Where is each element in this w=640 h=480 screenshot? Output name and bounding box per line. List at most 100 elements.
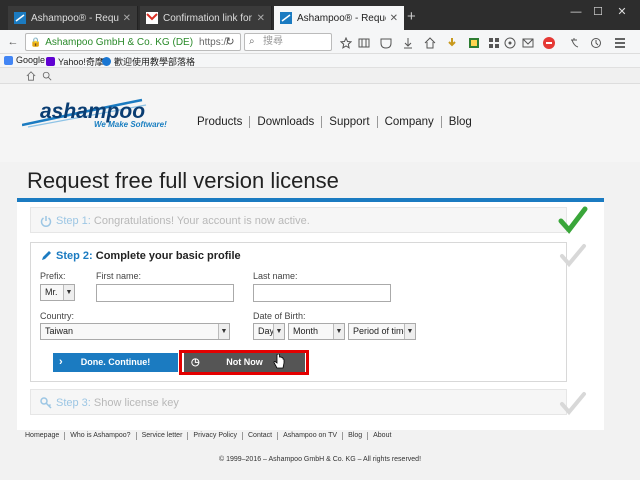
last-name-label: Last name: <box>253 271 298 281</box>
tab-title: Ashampoo® - Request f... <box>297 12 386 24</box>
footer-link-privacy[interactable]: Privacy Policy <box>188 432 243 440</box>
step-2-number: Step 2: <box>56 250 93 262</box>
first-name-label: First name: <box>96 271 142 281</box>
maximize-icon[interactable]: ☐ <box>588 4 608 20</box>
google-icon <box>4 55 13 65</box>
step-1-header: Step 1: Congratulations! Your account is… <box>40 215 310 227</box>
sync-icon[interactable] <box>590 37 602 49</box>
ashampoo-logo[interactable]: ashampoo We Make Software! <box>22 98 172 148</box>
bookmark-star-icon[interactable] <box>340 37 352 49</box>
continue-label: Done. Continue! <box>80 357 151 367</box>
step-2: Step 2: Complete your basic profile Pref… <box>30 242 567 382</box>
bookmark-google[interactable]: Google <box>4 55 45 65</box>
adblock-icon[interactable] <box>543 37 555 49</box>
step-1-check-icon <box>558 206 588 234</box>
mail-icon[interactable] <box>522 37 534 49</box>
blog-icon <box>102 57 111 66</box>
nav-blog[interactable]: Blog <box>442 116 479 128</box>
last-name-field[interactable] <box>253 284 391 302</box>
footer-link-homepage[interactable]: Homepage <box>25 432 66 440</box>
search-icon: ⌕ <box>249 36 255 47</box>
not-now-button[interactable]: ◷ Not Now <box>184 353 305 372</box>
first-name-field[interactable] <box>96 284 234 302</box>
grid-addon-icon[interactable] <box>488 37 500 49</box>
site-footer: Homepage Who is Ashampoo? Service letter… <box>0 430 640 480</box>
step-3: Step 3: Show license key <box>30 389 567 415</box>
chevron-down-icon: ▼ <box>333 324 344 339</box>
home-icon[interactable] <box>424 37 436 49</box>
tab-ashampoo-1[interactable]: Ashampoo® - Request f... ✕ <box>8 6 138 30</box>
step-2-header: Step 2: Complete your basic profile <box>40 250 241 262</box>
tab-title: Ashampoo® - Request f... <box>31 12 119 24</box>
search-icon[interactable] <box>42 71 52 81</box>
done-continue-button[interactable]: › Done. Continue! <box>53 353 178 372</box>
close-window-icon[interactable]: ✕ <box>612 4 632 20</box>
new-tab-icon[interactable]: + <box>407 9 416 24</box>
pocket-icon[interactable] <box>380 37 392 49</box>
menu-icon[interactable] <box>614 37 626 49</box>
step-3-header: Step 3: Show license key <box>40 397 179 409</box>
close-tab-icon[interactable]: ✕ <box>257 13 265 24</box>
bookmarks-toolbar: Google Yahoo!奇摩 歡迎使用教學部落格 <box>0 54 640 68</box>
not-now-label: Not Now <box>226 357 263 367</box>
country-label: Country: <box>40 311 75 321</box>
footer-link-who[interactable]: Who is Ashampoo? <box>65 432 137 440</box>
dob-month-select[interactable]: Month ▼ <box>288 323 345 340</box>
dob-day-value: Day <box>258 326 275 336</box>
search-placeholder: 搜尋 <box>263 36 283 47</box>
step-3-number: Step 3: <box>56 397 91 409</box>
close-tab-icon[interactable]: ✕ <box>123 13 131 24</box>
footer-link-service-letter[interactable]: Service letter <box>137 432 189 440</box>
site-identity: Ashampoo GmbH & Co. KG (DE) <box>45 36 194 48</box>
close-tab-icon[interactable]: ✕ <box>390 13 398 24</box>
tab-title: Confirmation link for yo... <box>163 12 253 24</box>
pencil-icon <box>42 251 51 260</box>
back-icon[interactable]: ← <box>5 34 21 50</box>
page-title: Request free full version license <box>27 168 339 193</box>
minimize-icon[interactable]: — <box>566 4 586 20</box>
step-1: Step 1: Congratulations! Your account is… <box>30 207 567 233</box>
library-icon[interactable] <box>358 37 370 49</box>
browser-titlebar: Ashampoo® - Request f... ✕ Confirmation … <box>0 0 640 30</box>
ashampoo-favicon <box>280 12 292 24</box>
main-nav: Products Downloads Support Company Blog <box>190 116 479 128</box>
footer-link-contact[interactable]: Contact <box>243 432 279 440</box>
bookmark-yahoo[interactable]: Yahoo!奇摩 <box>46 55 104 68</box>
chevron-down-icon: ▼ <box>273 324 284 339</box>
chevron-down-icon: ▼ <box>218 324 229 339</box>
bookmark-label: Yahoo!奇摩 <box>58 57 104 67</box>
more-addon-icon[interactable] <box>504 37 516 49</box>
home-icon[interactable] <box>26 71 36 81</box>
browser-navbar: ← 🔒 Ashampoo GmbH & Co. KG (DE) https://… <box>0 30 640 54</box>
nav-downloads[interactable]: Downloads <box>250 116 323 128</box>
translate-icon[interactable] <box>569 37 581 49</box>
footer-link-blog[interactable]: Blog <box>343 432 369 440</box>
search-input[interactable]: ⌕ 搜尋 <box>244 33 332 51</box>
bookmark-blog[interactable]: 歡迎使用教學部落格 <box>102 55 195 68</box>
nav-support[interactable]: Support <box>322 116 378 128</box>
nav-products[interactable]: Products <box>190 116 251 128</box>
step-3-text: Show license key <box>93 397 179 409</box>
prefix-select[interactable]: Mr. ▼ <box>40 284 75 301</box>
extension-icon[interactable] <box>446 37 458 49</box>
tab-ashampoo-active[interactable]: Ashampoo® - Request f... ✕ <box>274 6 404 30</box>
footer-link-about[interactable]: About <box>368 432 396 440</box>
power-icon <box>40 216 52 227</box>
step-2-text: Complete your basic profile <box>95 250 241 262</box>
lock-icon: 🔒 <box>30 36 42 47</box>
addon-icon[interactable] <box>468 37 480 49</box>
country-select[interactable]: Taiwan ▼ <box>40 323 230 340</box>
copyright-text: © 1999–2016 – Ashampoo GmbH & Co. KG – A… <box>218 456 422 463</box>
tab-gmail[interactable]: Confirmation link for yo... ✕ <box>140 6 272 30</box>
address-bar[interactable]: 🔒 Ashampoo GmbH & Co. KG (DE) https:// <box>25 33 241 51</box>
download-icon[interactable] <box>402 37 414 49</box>
chevron-down-icon: ▼ <box>404 324 415 339</box>
dob-day-select[interactable]: Day ▼ <box>253 323 285 340</box>
license-form: Step 1: Congratulations! Your account is… <box>17 202 604 430</box>
gmail-icon <box>146 12 158 24</box>
dob-month-value: Month <box>293 326 319 336</box>
reload-icon[interactable]: ↻ <box>222 34 238 50</box>
nav-company[interactable]: Company <box>378 116 442 128</box>
dob-period-select[interactable]: Period of time ▼ <box>348 323 416 340</box>
footer-link-tv[interactable]: Ashampoo on TV <box>278 432 344 440</box>
